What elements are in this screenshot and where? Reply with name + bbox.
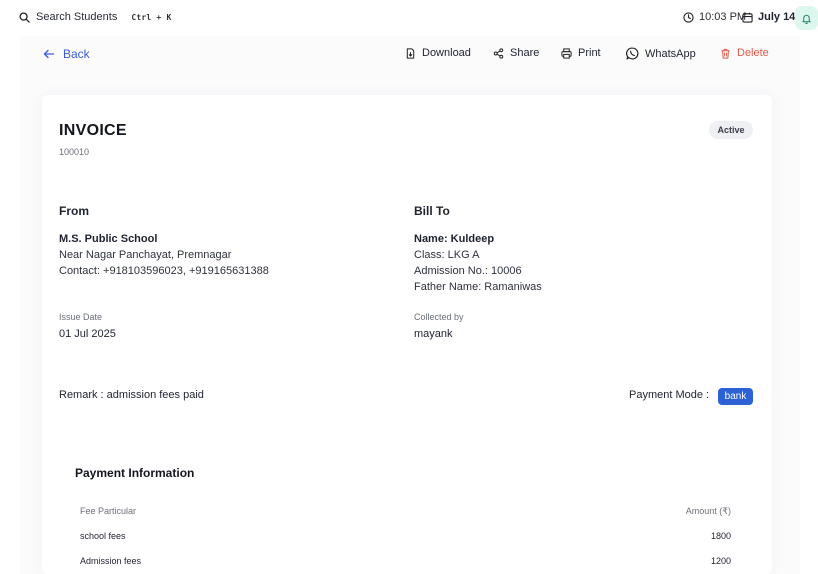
notifications-button[interactable]: [795, 6, 818, 30]
date-display: July 14: [742, 11, 795, 23]
invoice-card: [42, 95, 772, 574]
printer-icon: [561, 47, 572, 59]
print-button[interactable]: Print: [561, 47, 601, 59]
back-button[interactable]: Back: [43, 47, 90, 61]
search-label: Search Students: [36, 11, 118, 23]
status-badge: Active: [709, 121, 753, 139]
from-heading: From: [59, 204, 89, 218]
payment-information-title: Payment Information: [75, 466, 195, 480]
payment-mode-badge: bank: [718, 388, 753, 405]
school-address: Near Nagar Panchayat, Premnagar: [59, 249, 232, 261]
top-bar: Search Students Ctrl + K 10:03 PM July 1…: [0, 0, 818, 36]
father-name: Father Name: Ramaniwas: [414, 281, 542, 293]
whatsapp-icon: [626, 47, 639, 60]
table-row-amount: 1800: [710, 531, 731, 541]
download-button[interactable]: Download: [405, 47, 471, 59]
current-date: July 14: [758, 11, 796, 23]
share-button[interactable]: Share: [493, 47, 539, 59]
arrow-left-icon: [43, 49, 55, 59]
school-name: M.S. Public School: [59, 233, 158, 245]
issue-date: 01 Jul 2025: [59, 328, 116, 340]
delete-button[interactable]: Delete: [720, 47, 769, 59]
issue-date-label: Issue Date: [59, 312, 103, 322]
admission-number: Admission No.: 10006: [414, 265, 522, 277]
calendar-icon: [742, 12, 753, 23]
collected-by: mayank: [414, 328, 453, 340]
download-label: Download: [422, 47, 471, 59]
table-row-amount: 1200: [710, 556, 731, 566]
download-icon: [406, 47, 415, 59]
back-label: Back: [63, 47, 90, 61]
payment-mode-label: Payment Mode :: [629, 389, 710, 401]
search-students-button[interactable]: Search Students Ctrl + K: [19, 11, 171, 23]
keyboard-shortcut: Ctrl + K: [131, 12, 172, 22]
delete-label: Delete: [737, 47, 769, 59]
collected-by-label: Collected by: [414, 312, 464, 322]
trash-icon: [721, 48, 730, 59]
current-time: 10:03 PM: [699, 11, 747, 23]
share-label: Share: [510, 47, 540, 59]
remark: Remark : admission fees paid: [59, 389, 204, 401]
clock-icon: [683, 11, 694, 23]
whatsapp-label: WhatsApp: [645, 47, 696, 60]
invoice-number: 100010: [59, 147, 90, 157]
clock: 10:03 PM: [683, 11, 746, 23]
student-name: Name: Kuldeep: [414, 233, 495, 245]
search-icon: [19, 11, 30, 23]
bill-to-heading: Bill To: [414, 204, 450, 218]
table-row-particular: school fees: [80, 531, 126, 541]
bell-icon: [802, 14, 811, 24]
school-contact: Contact: +918103596023, +919165631388: [59, 265, 269, 277]
column-header-fee-particular: Fee Particular: [80, 506, 137, 516]
print-label: Print: [578, 47, 601, 59]
share-icon: [493, 47, 504, 59]
table-row-particular: Admission fees: [80, 556, 142, 566]
invoice-title: INVOICE: [59, 122, 127, 139]
column-header-amount: Amount (₹): [685, 506, 731, 516]
student-class: Class: LKG A: [414, 249, 480, 261]
whatsapp-button[interactable]: WhatsApp: [626, 47, 696, 60]
